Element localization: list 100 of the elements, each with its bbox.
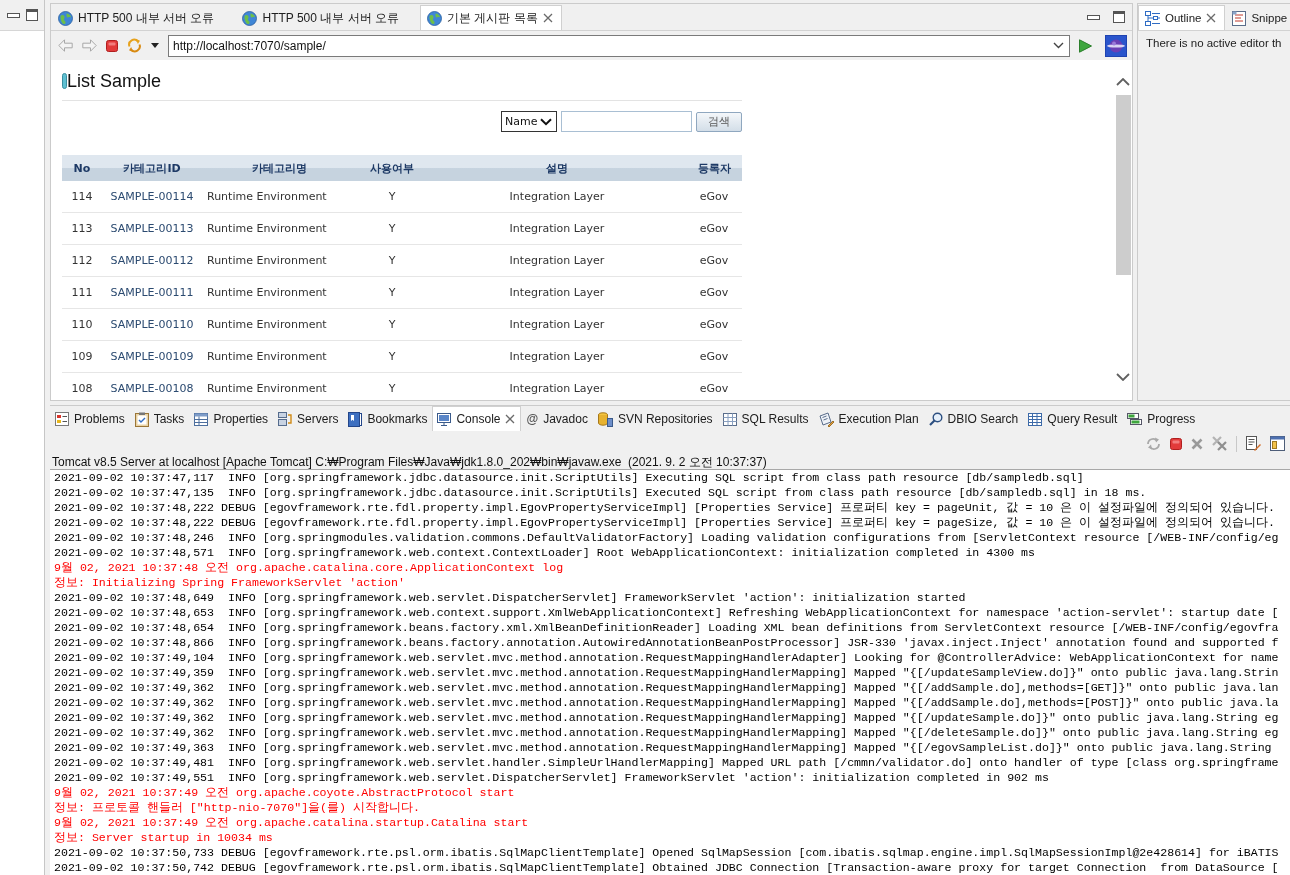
- view-tab[interactable]: Execution Plan: [813, 406, 924, 431]
- registrant-name: eGov: [699, 190, 729, 203]
- category-id-link[interactable]: SAMPLE-00114: [110, 190, 194, 203]
- console-line: 2021-09-02 10:37:49,362 INFO [org.springframework.web.servlet.mvc.method.annotation.RequestMappingHandlerMapping] Mapped "{[/updateSample.do]}" onto public java.lang.String eg: [54, 710, 1279, 725]
- row-number: 112: [71, 254, 93, 267]
- console-line: 2021-09-02 10:37:48,653 INFO [org.springframework.web.context.support.XmlWebApplicationContext] Refreshing WebApplicationContext for namespace 'action-servlet': startup date [: [54, 605, 1279, 620]
- category-id-link[interactable]: SAMPLE-00109: [110, 350, 194, 363]
- close-icon[interactable]: [542, 13, 553, 23]
- planet-icon[interactable]: [1105, 34, 1127, 57]
- column-header: 설명: [546, 160, 568, 176]
- category-id-link[interactable]: SAMPLE-00112: [110, 254, 194, 267]
- scroll-up-icon[interactable]: [1116, 78, 1130, 86]
- play-icon[interactable]: [1079, 38, 1092, 53]
- clipboard-check-icon: [134, 411, 149, 427]
- row-number: 113: [71, 222, 93, 235]
- search-input[interactable]: [561, 111, 692, 132]
- caret-down-icon[interactable]: [151, 43, 159, 48]
- console-line: 2021-09-02 10:37:48,866 INFO [org.springframework.beans.factory.annotation.AutowiredAnnotationBeanPostProcessor] JSR-330 'javax.inject.Inject' annotation found and supported f: [54, 635, 1279, 650]
- usage-value: Y: [388, 318, 396, 331]
- column-header: No: [73, 161, 91, 175]
- server-icon: [278, 412, 293, 426]
- editor-tab[interactable]: HTTP 500 내부 서버 오류: [235, 5, 420, 30]
- view-tab[interactable]: SQL Results: [717, 406, 814, 431]
- usage-value: Y: [388, 286, 396, 299]
- search-button[interactable]: 검색: [696, 111, 742, 132]
- view-tab[interactable]: SVN Repositories: [592, 406, 718, 431]
- view-tab[interactable]: Bookmarks: [343, 406, 433, 431]
- row-number: 114: [71, 190, 93, 203]
- usage-value: Y: [388, 382, 396, 395]
- page-title: List Sample: [67, 70, 162, 92]
- close-icon[interactable]: [505, 414, 516, 424]
- chevron-down-icon[interactable]: [540, 117, 552, 126]
- scrollbar-thumb[interactable]: [1115, 95, 1131, 275]
- table-icon: [1028, 412, 1043, 426]
- console-line: 2021-09-02 10:37:48,246 INFO [org.springmodules.validation.commons.DefaultValidatorFactory] Loading validation configurations from [ServletContext resource [/WEB-INF/config/eg: [54, 530, 1279, 545]
- console-line: 2021-09-02 10:37:48,654 INFO [org.springframework.beans.factory.xml.XmlBeanDefinitionReader] Loading XML bean definitions from ServletContext resource [/WEB-INF/config/egovfra: [54, 620, 1279, 635]
- grid-icon: [722, 412, 737, 426]
- console-line: 9월 02, 2021 10:37:48 오전 org.apache.catalina.core.ApplicationContext log: [54, 560, 564, 575]
- view-tab[interactable]: Query Result: [1023, 406, 1123, 431]
- category-name: Runtime Environment: [207, 382, 327, 395]
- category-id-link[interactable]: SAMPLE-00111: [110, 286, 194, 299]
- window-icon[interactable]: [1270, 436, 1285, 451]
- view-tab[interactable]: Outline: [1138, 5, 1226, 30]
- category-id-link[interactable]: SAMPLE-00110: [110, 318, 194, 331]
- stop-icon[interactable]: [106, 39, 118, 52]
- globe-icon: [426, 10, 442, 26]
- console-line: 2021-09-02 10:37:50,733 DEBUG [egovframework.rte.psl.orm.ibatis.SqlMapClientTemplate] Opened SqlMapSession [com.ibatis.sqlmap.engine.impl.SqlMapSessionImpl@2e428614] for iBATIS: [54, 845, 1279, 860]
- description-text: Integration Layer: [509, 254, 605, 267]
- console-line: 2021-09-02 10:37:47,135 INFO [org.springframework.jdbc.datasource.init.ScriptUtils] Executed SQL script from class path resource [db/sampledb.sql] in 18 ms.: [54, 485, 1147, 500]
- process-label: Tomcat v8.5 Server at localhost [Apache Tomcat] C:₩Program Files₩Java₩jdk1.8.0_202₩bin₩javaw.exe (2021. 9. 2 오전 10:37:37): [52, 456, 767, 469]
- row-number: 108: [71, 382, 93, 395]
- console-line: 2021-09-02 10:37:49,551 INFO [org.springframework.web.servlet.DispatcherServlet] FrameworkServlet 'action': initialization completed in 902 ms: [54, 770, 1049, 785]
- globe-icon: [242, 10, 258, 26]
- stop-icon[interactable]: [1170, 437, 1182, 450]
- url-field[interactable]: http://localhost:7070/sample/: [168, 34, 1070, 57]
- close-icon[interactable]: [1206, 13, 1217, 23]
- view-tab[interactable]: Tasks: [129, 406, 190, 431]
- usage-value: Y: [388, 350, 396, 363]
- console-line: 2021-09-02 10:37:48,222 DEBUG [egovframework.rte.fdl.property.impl.EgovPropertyServiceImpl] [Properties Service] 프로퍼티 key = pageUnit, 값 = 10 은 이 설정파일에 정의되어 있습니다.: [54, 500, 1275, 515]
- view-tab[interactable]: Console: [432, 406, 522, 431]
- minimize-icon[interactable]: [1087, 14, 1100, 20]
- column-header: 카테고리ID: [123, 160, 181, 176]
- category-id-link[interactable]: SAMPLE-00113: [110, 222, 194, 235]
- column-header: 카테고리명: [251, 160, 307, 176]
- maximize-icon[interactable]: [26, 9, 38, 21]
- description-text: Integration Layer: [509, 382, 605, 395]
- field-select[interactable]: Name: [501, 111, 557, 132]
- editor-tab[interactable]: 기본 게시판 목록: [419, 5, 562, 30]
- view-tab[interactable]: Problems: [50, 406, 130, 431]
- row-number: 111: [71, 286, 93, 299]
- monitor-icon: [437, 412, 452, 426]
- row-number: 109: [71, 350, 93, 363]
- view-tab[interactable]: Progress: [1122, 406, 1201, 431]
- minimize-icon[interactable]: [7, 12, 20, 18]
- title-marker-icon: [62, 73, 67, 89]
- category-name: Runtime Environment: [207, 254, 327, 267]
- chevron-down-icon[interactable]: [1053, 42, 1064, 49]
- console-line: 9월 02, 2021 10:37:49 오전 org.apache.catalina.startup.Catalina start: [54, 815, 529, 830]
- view-tab[interactable]: @ Javadoc: [521, 406, 593, 431]
- view-tab[interactable]: Snippe: [1225, 5, 1290, 30]
- view-tab[interactable]: Properties: [189, 406, 274, 431]
- document-icon: [1232, 10, 1247, 26]
- category-name: Runtime Environment: [207, 190, 327, 203]
- console-line: 2021-09-02 10:37:49,362 INFO [org.springframework.web.servlet.mvc.method.annotation.RequestMappingHandlerMapping] Mapped "{[/addSample.do],methods=[POST]}" onto public java.la: [54, 695, 1279, 710]
- description-text: Integration Layer: [509, 190, 605, 203]
- progress-bar-icon: [1127, 413, 1143, 425]
- view-tab[interactable]: DBIO Search: [923, 406, 1024, 431]
- column-header: 등록자: [697, 160, 731, 176]
- scroll-down-icon[interactable]: [1116, 373, 1130, 381]
- console-line: 2021-09-02 10:37:49,362 INFO [org.springframework.web.servlet.mvc.method.annotation.RequestMappingHandlerMapping] Mapped "{[/deleteSample.do]}" onto public java.lang.String eg: [54, 725, 1279, 740]
- editor-tab[interactable]: HTTP 500 내부 서버 오류: [51, 5, 236, 30]
- clear-console-icon[interactable]: [1246, 436, 1261, 451]
- category-id-link[interactable]: SAMPLE-00108: [110, 382, 194, 395]
- remove-all-icon[interactable]: [1212, 436, 1227, 451]
- maximize-icon[interactable]: [1113, 11, 1125, 23]
- console-line: 2021-09-02 10:37:47,117 INFO [org.springframework.jdbc.datasource.init.ScriptUtils] Executing SQL script from class path resource [db/sampledb.sql]: [54, 470, 1084, 485]
- console-line: 9월 02, 2021 10:37:49 오전 org.apache.coyote.AbstractProtocol start: [54, 785, 515, 800]
- console-line: 2021-09-02 10:37:49,359 INFO [org.springframework.web.servlet.mvc.method.annotation.RequestMappingHandlerMapping] Mapped "{[/updateSampleView.do]}" onto public java.lang.Strin: [54, 665, 1279, 680]
- description-text: Integration Layer: [509, 222, 605, 235]
- view-tab[interactable]: Servers: [273, 406, 344, 431]
